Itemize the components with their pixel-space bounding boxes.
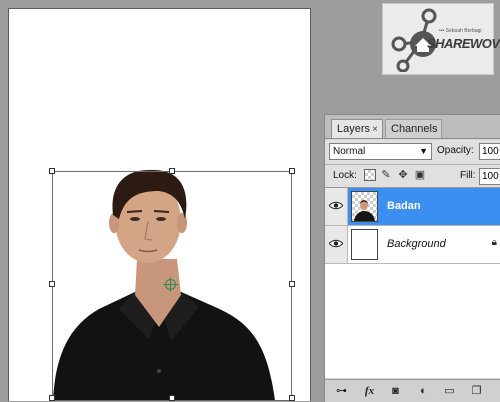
canvas-document[interactable] [8,8,311,401]
transform-handle-bottom-right[interactable] [289,395,295,401]
layers-list: Badan Background 🔒︎ [325,188,500,378]
new-group-icon[interactable]: ▭ [443,385,456,397]
lock-icon: 🔒︎ [491,237,497,248]
lock-all-icon[interactable]: ▣ [414,169,426,181]
blend-opacity-row: Normal ▼ Opacity: 100 [325,140,500,165]
transform-handle-top-right[interactable] [289,168,295,174]
eye-icon [329,201,343,210]
add-mask-icon[interactable]: ◙ [389,385,402,397]
person-thumbnail-icon [354,200,375,221]
close-icon[interactable]: × [372,124,378,135]
tab-layers-label: Layers [337,123,371,135]
fill-value: 100 [482,171,499,182]
lock-transparent-pixels-icon[interactable] [364,169,376,181]
layer-row-badan[interactable]: Badan [325,188,500,226]
transform-handle-bottom-center[interactable] [169,395,175,401]
eye-icon [329,239,343,248]
chevron-down-icon: ▼ [419,146,428,156]
tab-channels-label: Channels [391,123,438,135]
watermark-tagline: ••• Sebuah Berbagi [439,28,482,34]
transform-handle-top-center[interactable] [169,168,175,174]
fill-field[interactable]: 100 [479,168,500,185]
blend-mode-value: Normal [333,146,366,157]
layer-thumbnail [351,191,378,222]
opacity-field[interactable]: 100 [479,143,500,160]
fill-label: Fill: [460,170,476,181]
link-layers-icon[interactable]: ⊶ [335,385,348,397]
panel-bottom-toolbar: ⊶ fx ◙ ◐ ▭ ❐ [325,379,500,402]
transform-reference-point[interactable] [163,277,178,292]
layer-row-background[interactable]: Background 🔒︎ [325,226,500,264]
layer-thumbnail [351,229,378,260]
fx-icon[interactable]: fx [363,385,376,397]
lock-position-icon[interactable]: ✥ [397,169,409,181]
tab-layers[interactable]: Layers × [331,119,383,138]
blend-mode-select[interactable]: Normal ▼ [329,143,432,160]
opacity-value: 100 [482,146,499,157]
panel-tab-bar: Layers × Channels [325,115,500,139]
visibility-toggle[interactable] [325,188,348,225]
lock-fill-row: Lock: ✎ ✥ ▣ Fill: 100 [325,165,500,188]
layer-name[interactable]: Background [387,238,446,250]
layer-name[interactable]: Badan [387,200,421,212]
transform-handle-bottom-left[interactable] [49,395,55,401]
opacity-label: Opacity: [437,145,474,156]
new-layer-icon[interactable]: ❐ [470,385,483,397]
tab-channels[interactable]: Channels [385,119,442,138]
layers-panel: Layers × Channels Normal ▼ Opacity: 100 L… [324,114,500,402]
lock-image-pixels-icon[interactable]: ✎ [380,169,392,181]
watermark-logo: ••• Sebuah Berbagi SHAREWOVEL [382,3,500,75]
transform-handle-middle-left[interactable] [49,281,55,287]
transform-handle-top-left[interactable] [49,168,55,174]
lock-label: Lock: [333,170,357,181]
visibility-toggle[interactable] [325,226,348,263]
watermark-brand: SHAREWOVEL [427,36,500,51]
transform-handle-middle-right[interactable] [289,281,295,287]
adjustment-layer-icon[interactable]: ◐ [417,385,430,397]
